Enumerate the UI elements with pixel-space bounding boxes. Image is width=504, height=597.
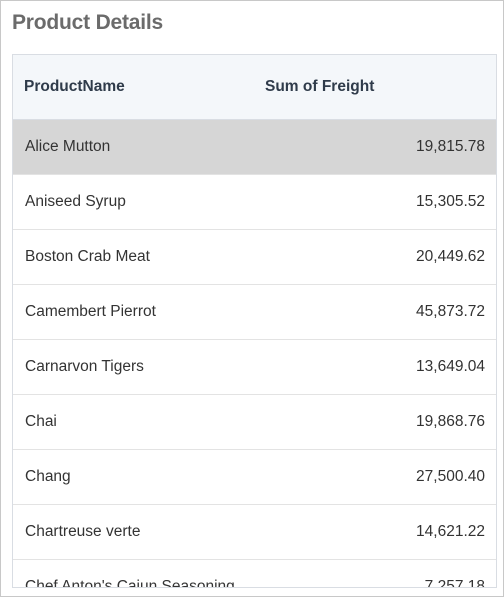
column-header-sum-of-freight[interactable]: Sum of Freight	[265, 78, 374, 96]
table-row[interactable]: Chang 27,500.40	[13, 450, 496, 505]
page-title: Product Details	[12, 11, 164, 34]
product-name-cell: Chef Anton's Cajun Seasoning	[25, 578, 235, 588]
table-row[interactable]: Aniseed Syrup 15,305.52	[13, 175, 496, 230]
freight-cell: 20,449.62	[416, 248, 485, 265]
table-row[interactable]: Chartreuse verte 14,621.22	[13, 505, 496, 560]
table-row[interactable]: Carnarvon Tigers 13,649.04	[13, 340, 496, 395]
product-name-cell: Aniseed Syrup	[25, 193, 126, 210]
freight-cell: 15,305.52	[416, 193, 485, 210]
grid-body: Alice Mutton 19,815.78 Aniseed Syrup 15,…	[13, 120, 496, 588]
product-name-cell: Chartreuse verte	[25, 523, 141, 540]
product-name-cell: Carnarvon Tigers	[25, 358, 144, 375]
product-name-cell: Boston Crab Meat	[25, 248, 150, 265]
product-name-cell: Alice Mutton	[25, 138, 111, 155]
table-row[interactable]: Camembert Pierrot 45,873.72	[13, 285, 496, 340]
freight-cell: 7,257.18	[424, 578, 485, 588]
grid-header: ProductName Sum of Freight	[13, 55, 496, 120]
table-row[interactable]: Boston Crab Meat 20,449.62	[13, 230, 496, 285]
freight-cell: 19,815.78	[416, 138, 485, 155]
product-name-cell: Camembert Pierrot	[25, 303, 156, 320]
product-grid[interactable]: ProductName Sum of Freight Alice Mutton …	[12, 54, 497, 588]
product-details-panel: Product Details ProductName Sum of Freig…	[0, 0, 504, 597]
freight-cell: 45,873.72	[416, 303, 485, 320]
product-name-cell: Chang	[25, 468, 71, 485]
table-row[interactable]: Chef Anton's Cajun Seasoning 7,257.18	[13, 560, 496, 588]
table-row[interactable]: Alice Mutton 19,815.78	[13, 120, 496, 175]
freight-cell: 19,868.76	[416, 413, 485, 430]
freight-cell: 13,649.04	[416, 358, 485, 375]
product-name-cell: Chai	[25, 413, 57, 430]
column-header-productname[interactable]: ProductName	[24, 78, 125, 96]
freight-cell: 27,500.40	[416, 468, 485, 485]
table-row[interactable]: Chai 19,868.76	[13, 395, 496, 450]
freight-cell: 14,621.22	[416, 523, 485, 540]
